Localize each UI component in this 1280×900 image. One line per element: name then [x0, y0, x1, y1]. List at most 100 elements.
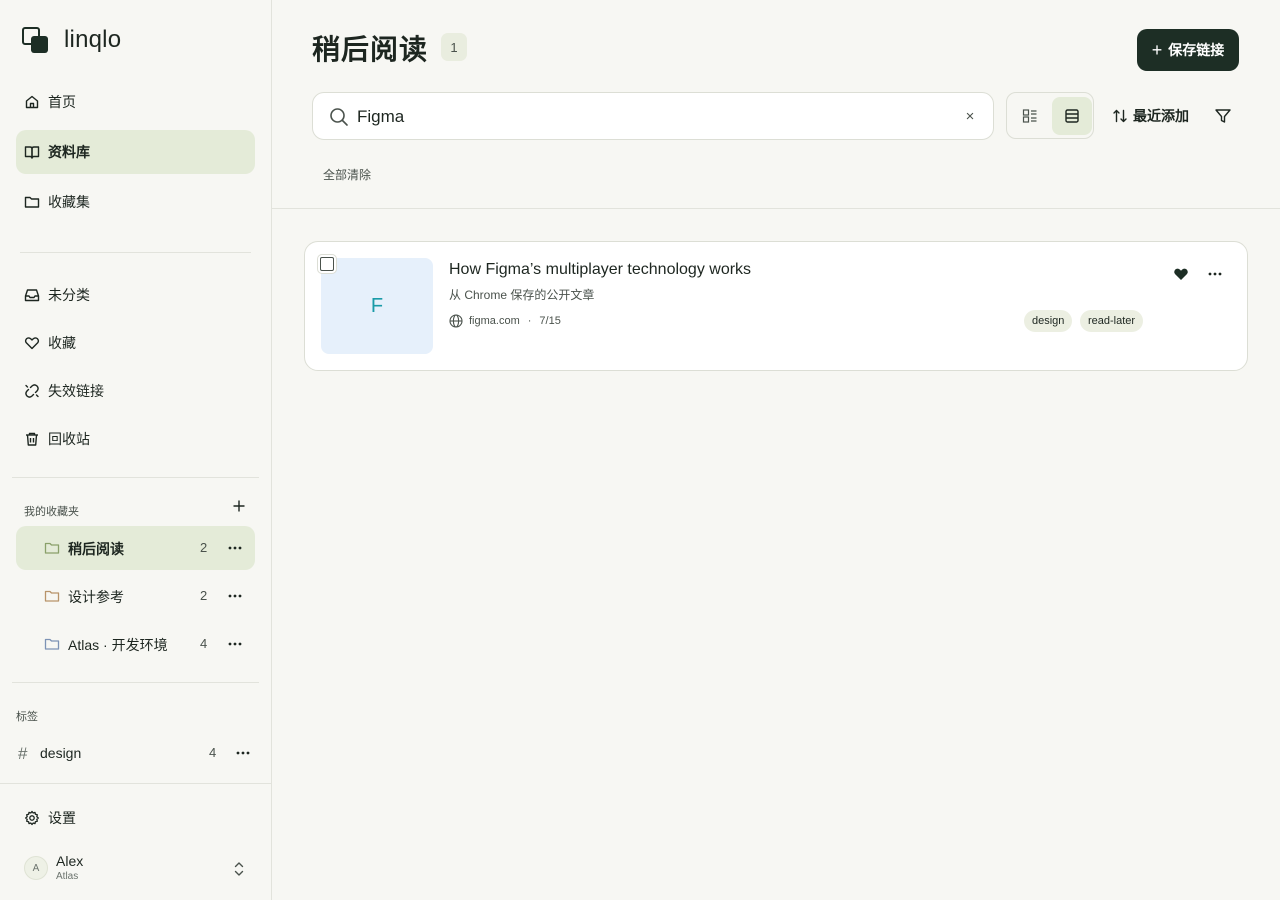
nav-item-broken-links[interactable]: 失效链接 — [16, 369, 255, 413]
sidebar-divider — [12, 682, 259, 683]
sort-arrows-icon — [1113, 109, 1127, 123]
more-icon — [236, 751, 250, 755]
search-icon — [329, 107, 349, 127]
plus-icon — [233, 500, 245, 512]
more-icon — [1208, 272, 1222, 276]
nav-item-unsorted[interactable]: 未分类 — [16, 273, 255, 317]
logo-icon — [20, 25, 50, 55]
link-card[interactable]: F How Figma’s multiplayer technology wor… — [304, 241, 1248, 371]
link-meta: figma.com · 7/15 — [449, 314, 561, 328]
heart-filled-icon — [1174, 268, 1188, 280]
sidebar-divider — [20, 252, 251, 253]
more-options-button[interactable] — [234, 745, 252, 761]
clear-search-button[interactable]: × — [962, 108, 978, 125]
sidebar: linqlo 首页 资料库 收藏集 未分类 收藏 失效链接 回收站 我的收藏夹 … — [0, 0, 272, 900]
book-icon — [24, 144, 40, 160]
folder-icon — [44, 636, 60, 652]
settings-label: 设置 — [48, 810, 76, 826]
select-checkbox[interactable] — [317, 254, 337, 274]
home-icon — [24, 94, 40, 110]
page-title: 稍后阅读 — [312, 34, 429, 65]
tag-count: 4 — [209, 745, 217, 760]
hash-icon: # — [18, 744, 28, 763]
broken-link-icon — [24, 383, 40, 399]
more-options-button[interactable] — [1205, 266, 1225, 282]
nav-item-home[interactable]: 首页 — [16, 80, 255, 124]
tags-section-label: 标签 — [16, 711, 38, 723]
plus-icon: + — [1151, 40, 1163, 60]
sidebar-tag-design[interactable]: # design 4 — [16, 735, 263, 771]
collections-section-label: 我的收藏夹 — [24, 506, 79, 518]
folder-icon — [44, 588, 60, 604]
sidebar-divider — [0, 783, 271, 784]
more-options-button[interactable] — [226, 588, 244, 604]
more-icon — [228, 642, 242, 646]
card-view-icon — [1022, 109, 1037, 123]
collection-label: Atlas · 开发环境 — [68, 637, 168, 653]
settings-link[interactable]: 设置 — [24, 808, 76, 828]
nav-item-label: 未分类 — [48, 287, 90, 303]
tag-chip[interactable]: design — [1024, 310, 1073, 332]
globe-icon — [449, 314, 463, 328]
filter-icon — [1215, 109, 1231, 123]
collection-label: 稍后阅读 — [68, 541, 124, 557]
nav-item-collections[interactable]: 收藏集 — [16, 180, 255, 224]
more-options-button[interactable] — [226, 540, 244, 556]
nav-item-favorites[interactable]: 收藏 — [16, 321, 255, 365]
item-count-badge: 1 — [441, 33, 467, 61]
more-icon — [228, 546, 242, 550]
logo-text: linqlo — [64, 26, 122, 53]
collection-count: 4 — [200, 636, 208, 651]
add-collection-button[interactable] — [231, 498, 247, 514]
collection-count: 2 — [200, 540, 208, 555]
user-menu[interactable]: A Alex Atlas — [24, 852, 256, 886]
nav-item-trash[interactable]: 回收站 — [16, 417, 255, 461]
view-mode-toggle — [1006, 92, 1094, 139]
collection-count: 2 — [200, 588, 208, 603]
meta-separator: · — [527, 315, 532, 327]
link-date: 7/15 — [539, 315, 561, 327]
avatar: A — [24, 856, 48, 880]
filter-button[interactable] — [1214, 107, 1232, 125]
nav-item-library[interactable]: 资料库 — [16, 130, 255, 174]
nav-item-label: 收藏集 — [48, 194, 90, 210]
main-divider — [272, 208, 1280, 209]
sort-button[interactable]: 最近添加 — [1112, 106, 1189, 126]
nav-item-label: 收藏 — [48, 335, 76, 351]
link-domain: figma.com — [469, 315, 520, 327]
nav-item-label: 首页 — [48, 94, 76, 110]
inbox-icon — [24, 287, 40, 303]
more-options-button[interactable] — [226, 636, 244, 652]
collection-item-atlas-dev[interactable]: Atlas · 开发环境 4 — [16, 622, 255, 666]
view-list-button[interactable] — [1052, 97, 1092, 135]
clear-all-filters-button[interactable]: 全部清除 — [323, 166, 371, 183]
logo[interactable]: linqlo — [20, 24, 121, 56]
trash-icon — [24, 431, 40, 447]
sort-label: 最近添加 — [1133, 108, 1189, 124]
folder-icon — [24, 194, 40, 210]
main-content: 稍后阅读 1 + 保存链接 Figma × 最近添加 全部清除 F How Fi… — [272, 0, 1280, 900]
sidebar-divider — [12, 477, 259, 478]
tag-label: design — [40, 745, 82, 761]
link-subtitle: 从 Chrome 保存的公开文章 — [449, 288, 595, 302]
user-org: Atlas — [56, 871, 79, 882]
more-icon — [228, 594, 242, 598]
search-input[interactable]: Figma × — [312, 92, 994, 140]
link-thumbnail: F — [321, 258, 433, 354]
nav-item-label: 回收站 — [48, 431, 90, 447]
user-name: Alex — [56, 853, 84, 869]
folder-icon — [44, 540, 60, 556]
save-link-button[interactable]: + 保存链接 — [1137, 29, 1239, 71]
heart-icon — [24, 335, 40, 351]
nav-item-label: 失效链接 — [48, 383, 104, 399]
favorite-button[interactable] — [1173, 266, 1189, 282]
collection-item-design-reference[interactable]: 设计参考 2 — [16, 574, 255, 618]
save-link-label: 保存链接 — [1168, 42, 1225, 58]
tag-chip[interactable]: read-later — [1080, 310, 1144, 332]
collection-item-read-later[interactable]: 稍后阅读 2 — [16, 526, 255, 570]
search-value: Figma — [357, 107, 405, 126]
view-card-button[interactable] — [1010, 97, 1050, 135]
collection-label: 设计参考 — [68, 589, 124, 605]
list-view-icon — [1065, 109, 1079, 123]
link-title[interactable]: How Figma’s multiplayer technology works — [449, 261, 751, 279]
